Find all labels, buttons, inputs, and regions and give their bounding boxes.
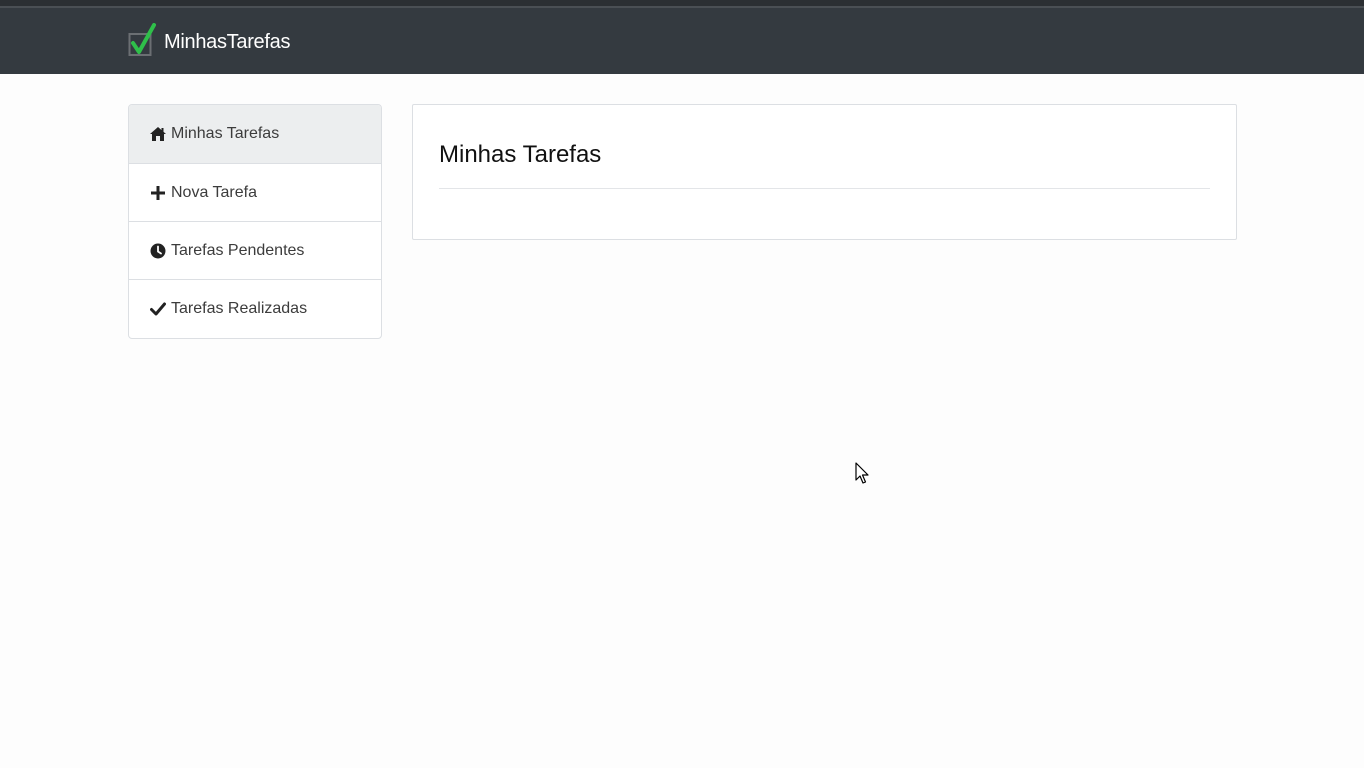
brand-title: MinhasTarefas [164,30,291,53]
page-title: Minhas Tarefas [439,141,602,168]
top-navbar: MinhasTarefas [0,0,1364,74]
title-divider [439,188,1210,189]
sidebar-menu: Minhas Tarefas Nova Tarefa Tarefas Pende… [128,104,382,339]
sidebar-item-label: Tarefas Realizadas [171,300,308,317]
sidebar-item-nova-tarefa[interactable]: Nova Tarefa [129,164,381,222]
plus-icon [149,184,167,202]
main-panel: Minhas Tarefas [412,104,1237,240]
mouse-cursor-icon [855,462,869,484]
sidebar-item-tarefas-realizadas[interactable]: Tarefas Realizadas [129,280,381,338]
check-icon [149,300,167,318]
sidebar-item-label: Tarefas Pendentes [171,241,305,259]
sidebar-item-tarefas-pendentes[interactable]: Tarefas Pendentes [129,222,381,280]
clock-icon [149,242,167,260]
sidebar-item-label: Nova Tarefa [171,183,257,201]
checkbox-check-icon [128,23,156,56]
sidebar-item-label: Minhas Tarefas [171,125,280,142]
sidebar-item-minhas-tarefas[interactable]: Minhas Tarefas [129,105,381,164]
brand-link[interactable]: MinhasTarefas [128,23,290,57]
home-icon [149,125,167,143]
